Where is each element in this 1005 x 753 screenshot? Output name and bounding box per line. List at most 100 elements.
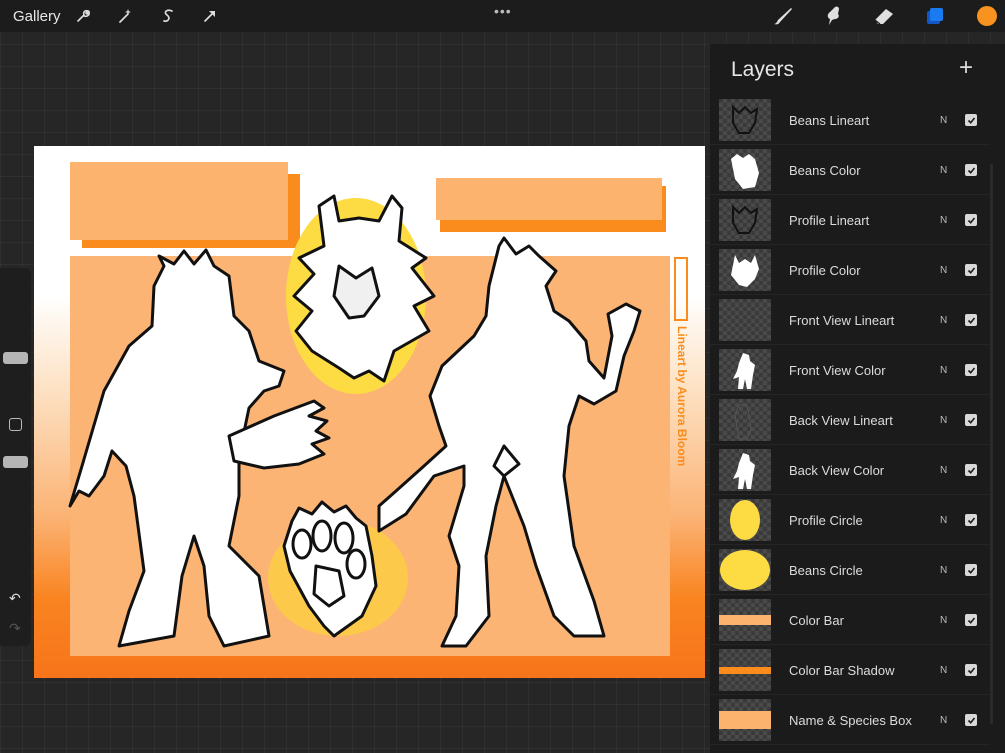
add-layer-button[interactable]: + — [959, 54, 973, 82]
layer-thumbnail — [719, 349, 771, 391]
color-bar — [436, 178, 662, 220]
visibility-checkbox[interactable] — [965, 464, 977, 476]
layer-name: Beans Lineart — [789, 113, 870, 128]
transform-arrow-icon[interactable] — [199, 5, 221, 27]
layer-row[interactable]: Color Bar Shadow N — [710, 645, 990, 695]
redo-button[interactable]: ↷ — [9, 620, 21, 637]
blend-mode-button[interactable]: N — [940, 615, 947, 626]
magic-wand-icon[interactable] — [114, 5, 136, 27]
visibility-checkbox[interactable] — [965, 664, 977, 676]
layer-thumbnail — [719, 599, 771, 641]
eraser-icon[interactable] — [871, 5, 897, 27]
check-icon — [967, 616, 975, 624]
layer-thumbnail — [719, 99, 771, 141]
visibility-checkbox[interactable] — [965, 314, 977, 326]
layer-row[interactable]: Name & Species Box N — [710, 695, 990, 745]
layer-thumbnail — [719, 449, 771, 491]
layer-row[interactable]: Profile Circle N — [710, 495, 990, 545]
visibility-checkbox[interactable] — [965, 564, 977, 576]
layer-name: Profile Lineart — [789, 213, 870, 228]
blend-mode-button[interactable]: N — [940, 115, 947, 126]
check-icon — [967, 316, 975, 324]
layer-name: Color Bar — [789, 613, 844, 628]
visibility-checkbox[interactable] — [965, 714, 977, 726]
layer-thumbnail — [719, 249, 771, 291]
layer-thumbnail — [719, 299, 771, 341]
visibility-checkbox[interactable] — [965, 164, 977, 176]
top-toolbar: Gallery ••• — [0, 0, 1005, 32]
blend-mode-button[interactable]: N — [940, 365, 947, 376]
layer-row[interactable]: Beans Circle N — [710, 545, 990, 595]
gallery-button[interactable]: Gallery — [13, 8, 61, 25]
check-icon — [967, 466, 975, 474]
visibility-checkbox[interactable] — [965, 214, 977, 226]
blend-mode-button[interactable]: N — [940, 315, 947, 326]
check-icon — [967, 416, 975, 424]
layer-row[interactable]: Front View Color N — [710, 345, 990, 395]
visibility-checkbox[interactable] — [965, 264, 977, 276]
layer-name: Back View Lineart — [789, 413, 893, 428]
blend-mode-button[interactable]: N — [940, 215, 947, 226]
check-icon — [967, 716, 975, 724]
blend-mode-button[interactable]: N — [940, 665, 947, 676]
blend-mode-button[interactable]: N — [940, 265, 947, 276]
layer-thumbnail — [719, 699, 771, 741]
credit-text: Lineart by Aurora Bloom — [675, 326, 689, 466]
check-icon — [967, 516, 975, 524]
layer-name: Name & Species Box — [789, 713, 912, 728]
undo-button[interactable]: ↶ — [9, 590, 21, 607]
layer-name: Beans Color — [789, 163, 861, 178]
visibility-checkbox[interactable] — [965, 414, 977, 426]
drawing-canvas[interactable]: Lineart by Aurora Bloom — [34, 146, 705, 678]
brush-icon[interactable] — [770, 5, 796, 27]
visibility-checkbox[interactable] — [965, 514, 977, 526]
layer-thumbnail — [719, 149, 771, 191]
layer-row[interactable]: Profile Lineart N — [710, 195, 990, 245]
visibility-checkbox[interactable] — [965, 614, 977, 626]
blend-mode-button[interactable]: N — [940, 515, 947, 526]
layers-title: Layers — [731, 58, 795, 81]
layer-thumbnail — [719, 399, 771, 441]
credit-box — [674, 257, 688, 321]
visibility-checkbox[interactable] — [965, 364, 977, 376]
layer-thumbnail — [719, 549, 771, 591]
blend-mode-button[interactable]: N — [940, 165, 947, 176]
layer-row[interactable]: Profile Color N — [710, 245, 990, 295]
layer-thumbnail — [719, 499, 771, 541]
check-icon — [967, 216, 975, 224]
layer-name: Front View Lineart — [789, 313, 895, 328]
layer-name: Profile Circle — [789, 513, 863, 528]
layers-icon[interactable] — [922, 5, 948, 27]
layer-row[interactable]: Back View Color N — [710, 445, 990, 495]
opacity-slider[interactable] — [3, 442, 28, 572]
layer-name: Profile Color — [789, 263, 861, 278]
modify-button[interactable] — [9, 418, 22, 431]
check-icon — [967, 116, 975, 124]
left-sidebar: ↶ ↷ — [0, 268, 31, 646]
check-icon — [967, 266, 975, 274]
layer-divider — [710, 744, 990, 745]
layer-thumbnail — [719, 649, 771, 691]
layer-row[interactable]: Beans Lineart N — [710, 95, 990, 145]
brush-size-slider[interactable] — [3, 272, 28, 402]
color-picker-button[interactable] — [977, 6, 997, 26]
layer-name: Front View Color — [789, 363, 886, 378]
smudge-icon[interactable] — [820, 5, 846, 27]
layers-scrollbar[interactable] — [990, 164, 993, 724]
layer-row[interactable]: Front View Lineart N — [710, 295, 990, 345]
layer-name: Color Bar Shadow — [789, 663, 895, 678]
selection-icon[interactable] — [157, 5, 179, 27]
wrench-icon[interactable] — [72, 5, 94, 27]
check-icon — [967, 166, 975, 174]
visibility-checkbox[interactable] — [965, 114, 977, 126]
blend-mode-button[interactable]: N — [940, 465, 947, 476]
blend-mode-button[interactable]: N — [940, 415, 947, 426]
opacity-thumb[interactable] — [3, 456, 28, 468]
layer-row[interactable]: Beans Color N — [710, 145, 990, 195]
brush-size-thumb[interactable] — [3, 352, 28, 364]
layer-row[interactable]: Color Bar N — [710, 595, 990, 645]
blend-mode-button[interactable]: N — [940, 715, 947, 726]
blend-mode-button[interactable]: N — [940, 565, 947, 576]
more-options-button[interactable]: ••• — [494, 3, 512, 19]
layer-row[interactable]: Back View Lineart N — [710, 395, 990, 445]
